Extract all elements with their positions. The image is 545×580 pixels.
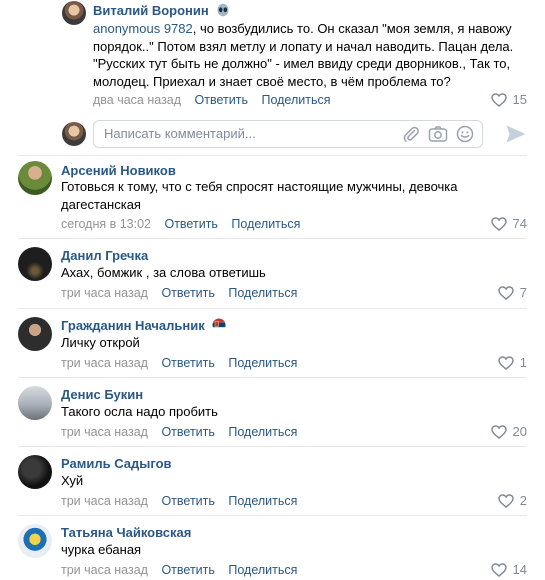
heart-icon bbox=[498, 355, 514, 370]
like-button[interactable]: 7 bbox=[498, 285, 527, 300]
like-button[interactable]: 1 bbox=[498, 355, 527, 370]
like-count: 14 bbox=[512, 562, 527, 577]
comment: Арсений Новиков Готовься к тому, что с т… bbox=[0, 158, 545, 236]
heart-icon bbox=[498, 285, 514, 300]
heart-icon bbox=[498, 493, 514, 508]
avatar[interactable] bbox=[18, 317, 52, 351]
like-count: 74 bbox=[512, 216, 527, 231]
comment-author[interactable]: Татьяна Чайковская bbox=[61, 525, 191, 540]
comment-text: Готовься к тому, что с тебя спросят наст… bbox=[61, 179, 458, 212]
comment-author[interactable]: Виталий Воронин bbox=[93, 3, 230, 20]
divider bbox=[18, 155, 527, 156]
comment-author[interactable]: Денис Букин bbox=[61, 387, 143, 402]
divider bbox=[18, 377, 527, 378]
like-count: 1 bbox=[519, 355, 527, 370]
comment-meta: сегодня в 13:02 Ответить Поделиться bbox=[61, 217, 310, 231]
avatar[interactable] bbox=[18, 161, 52, 195]
share-button[interactable]: Поделиться bbox=[228, 356, 297, 370]
comment: Татьяна Чайковская чурка ебаная три часа… bbox=[0, 517, 545, 580]
avatar[interactable] bbox=[18, 386, 52, 420]
comment-meta: три часа назад Ответить Поделиться bbox=[61, 356, 307, 370]
like-count: 2 bbox=[519, 493, 527, 508]
avatar[interactable] bbox=[18, 455, 52, 489]
comment-time[interactable]: три часа назад bbox=[61, 425, 148, 439]
heart-icon bbox=[490, 424, 507, 439]
share-button[interactable]: Поделиться bbox=[228, 563, 297, 577]
like-count: 7 bbox=[519, 285, 527, 300]
comment: Рамиль Садыгов Хуй три часа назад Ответи… bbox=[0, 448, 545, 516]
heart-icon bbox=[490, 562, 507, 577]
comment-time[interactable]: три часа назад bbox=[61, 494, 148, 508]
avatar[interactable] bbox=[62, 1, 86, 25]
comment-time[interactable]: два часа назад bbox=[93, 93, 181, 107]
serbia-flag-icon bbox=[212, 318, 226, 335]
comment-text: Хуй bbox=[61, 473, 84, 488]
comment-meta: три часа назад Ответить Поделиться bbox=[61, 286, 307, 300]
divider bbox=[18, 238, 527, 239]
comment-author[interactable]: Гражданин Начальник bbox=[61, 318, 226, 335]
comment-text: Ахах, бомжик , за слова ответишь bbox=[61, 265, 266, 280]
camera-icon[interactable] bbox=[428, 125, 448, 146]
heart-icon bbox=[490, 216, 507, 231]
comment-meta: три часа назад Ответить Поделиться bbox=[61, 494, 307, 508]
reply-button[interactable]: Ответить bbox=[161, 425, 214, 439]
heart-icon bbox=[490, 92, 507, 107]
comment-author[interactable]: Данил Гречка bbox=[61, 248, 148, 263]
divider bbox=[18, 308, 527, 309]
current-user-avatar bbox=[62, 122, 86, 146]
comment-input-placeholder: Написать комментарий... bbox=[104, 126, 256, 141]
comment: Гражданин Начальник Личку открой три час… bbox=[0, 310, 545, 378]
comment-time[interactable]: сегодня в 13:02 bbox=[61, 217, 151, 231]
comment-time[interactable]: три часа назад bbox=[61, 286, 148, 300]
like-button[interactable]: 15 bbox=[490, 92, 527, 107]
paperclip-icon[interactable] bbox=[402, 125, 420, 146]
share-button[interactable]: Поделиться bbox=[261, 93, 330, 107]
comment-text: anonymous 9782, чо возбудились то. Он ск… bbox=[93, 21, 514, 89]
divider bbox=[18, 515, 527, 516]
reply-button[interactable]: Ответить bbox=[161, 494, 214, 508]
share-button[interactable]: Поделиться bbox=[228, 494, 297, 508]
comment-input[interactable]: Написать комментарий... bbox=[93, 120, 483, 148]
comment: Данил Гречка Ахах, бомжик , за слова отв… bbox=[0, 240, 545, 308]
reply-button[interactable]: Ответить bbox=[161, 356, 214, 370]
comment-time[interactable]: три часа назад bbox=[61, 563, 148, 577]
avatar[interactable] bbox=[18, 524, 52, 558]
reply-button[interactable]: Ответить bbox=[195, 93, 248, 107]
share-button[interactable]: Поделиться bbox=[228, 286, 297, 300]
like-button[interactable]: 14 bbox=[490, 562, 527, 577]
comment: Денис Букин Такого осла надо пробить три… bbox=[0, 379, 545, 447]
like-button[interactable]: 2 bbox=[498, 493, 527, 508]
share-button[interactable]: Поделиться bbox=[231, 217, 300, 231]
smile-icon[interactable] bbox=[456, 125, 474, 146]
reply-button[interactable]: Ответить bbox=[161, 286, 214, 300]
comment-text: чурка ебаная bbox=[61, 542, 142, 557]
comment-author[interactable]: Арсений Новиков bbox=[61, 163, 176, 178]
like-button[interactable]: 20 bbox=[490, 424, 527, 439]
comment-thread-reply: Виталий Воронин anonymous 9782, чо возбу… bbox=[0, 0, 545, 112]
comment-text: Такого осла надо пробить bbox=[61, 404, 218, 419]
divider bbox=[18, 446, 527, 447]
like-count: 15 bbox=[512, 92, 527, 107]
comment-time[interactable]: три часа назад bbox=[61, 356, 148, 370]
avatar[interactable] bbox=[18, 247, 52, 281]
send-icon[interactable] bbox=[505, 124, 527, 147]
comment-meta: два часа назад Ответить Поделиться bbox=[93, 93, 341, 107]
reply-button[interactable]: Ответить bbox=[164, 217, 217, 231]
like-count: 20 bbox=[512, 424, 527, 439]
alien-icon bbox=[216, 3, 230, 20]
reply-button[interactable]: Ответить bbox=[161, 563, 214, 577]
composer-actions bbox=[402, 125, 474, 146]
comment-meta: три часа назад Ответить Поделиться bbox=[61, 563, 307, 577]
comment-meta: три часа назад Ответить Поделиться bbox=[61, 425, 307, 439]
comment-author[interactable]: Рамиль Садыгов bbox=[61, 456, 172, 471]
comment-text: Личку открой bbox=[61, 335, 140, 350]
mention-link[interactable]: anonymous 9782 bbox=[93, 21, 193, 36]
like-button[interactable]: 74 bbox=[490, 216, 527, 231]
share-button[interactable]: Поделиться bbox=[228, 425, 297, 439]
